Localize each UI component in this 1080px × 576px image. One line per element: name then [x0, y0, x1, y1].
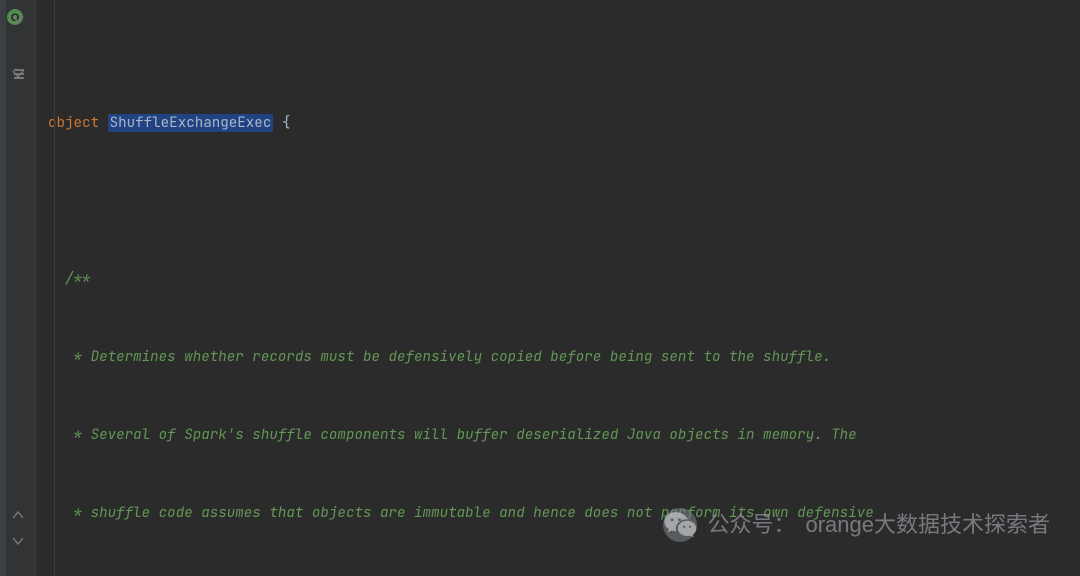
doc-text: * shuffle code assumes that objects are …: [65, 504, 874, 522]
doc-text: * Determines whether records must be def…: [65, 348, 831, 366]
gutter: O: [0, 0, 36, 576]
fold-toggle-icon[interactable]: [10, 66, 26, 82]
doc-open: /**: [65, 270, 91, 288]
code-line[interactable]: * shuffle code assumes that objects are …: [48, 500, 1080, 526]
fold-close-icon[interactable]: [10, 507, 26, 523]
code-line[interactable]: * Several of Spark's shuffle components …: [48, 422, 1080, 448]
code-line[interactable]: [48, 188, 1080, 214]
code-line[interactable]: * Determines whether records must be def…: [48, 344, 1080, 370]
code-area[interactable]: object ShuffleExchangeExec { /** * Deter…: [36, 0, 1080, 576]
code-editor[interactable]: O object ShuffleExchangeExec { /** * D: [0, 0, 1080, 576]
fold-toggle-icon[interactable]: [10, 533, 26, 549]
code-line[interactable]: object ShuffleExchangeExec {: [48, 110, 1080, 136]
keyword: object: [48, 114, 99, 132]
doc-text: * Several of Spark's shuffle components …: [65, 426, 857, 444]
code-line[interactable]: /**: [48, 266, 1080, 292]
class-name: ShuffleExchangeExec: [108, 114, 274, 132]
fold-toggle-icon[interactable]: [10, 11, 26, 27]
brace: {: [273, 114, 290, 132]
